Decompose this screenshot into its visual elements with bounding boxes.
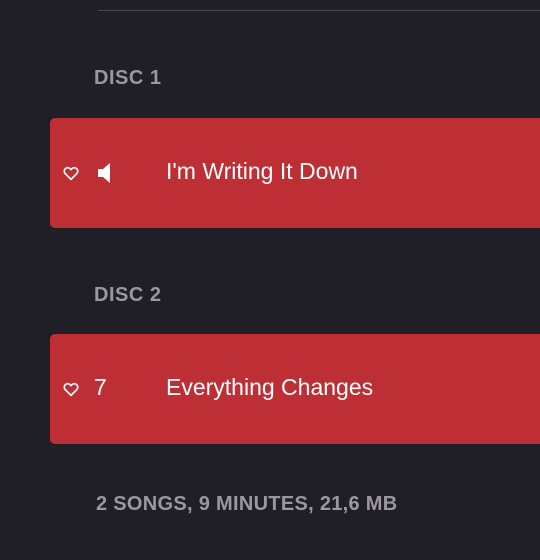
track-title: Everything Changes xyxy=(166,374,374,400)
album-summary: 2 SONGS, 9 MINUTES, 21,6 MB xyxy=(96,493,398,515)
disc-1-header: DISC 1 xyxy=(94,67,162,89)
disc-2-header: DISC 2 xyxy=(94,284,162,306)
top-divider xyxy=(98,10,540,11)
track-row-everything-changes[interactable]: 7 Everything Changes xyxy=(50,334,540,444)
track-title: I'm Writing It Down xyxy=(166,158,358,184)
heart-icon[interactable] xyxy=(62,164,80,182)
track-number: 7 xyxy=(94,374,107,400)
heart-icon[interactable] xyxy=(62,380,80,398)
track-row-im-writing-it-down[interactable]: I'm Writing It Down xyxy=(50,118,540,228)
speaker-icon xyxy=(96,161,118,185)
